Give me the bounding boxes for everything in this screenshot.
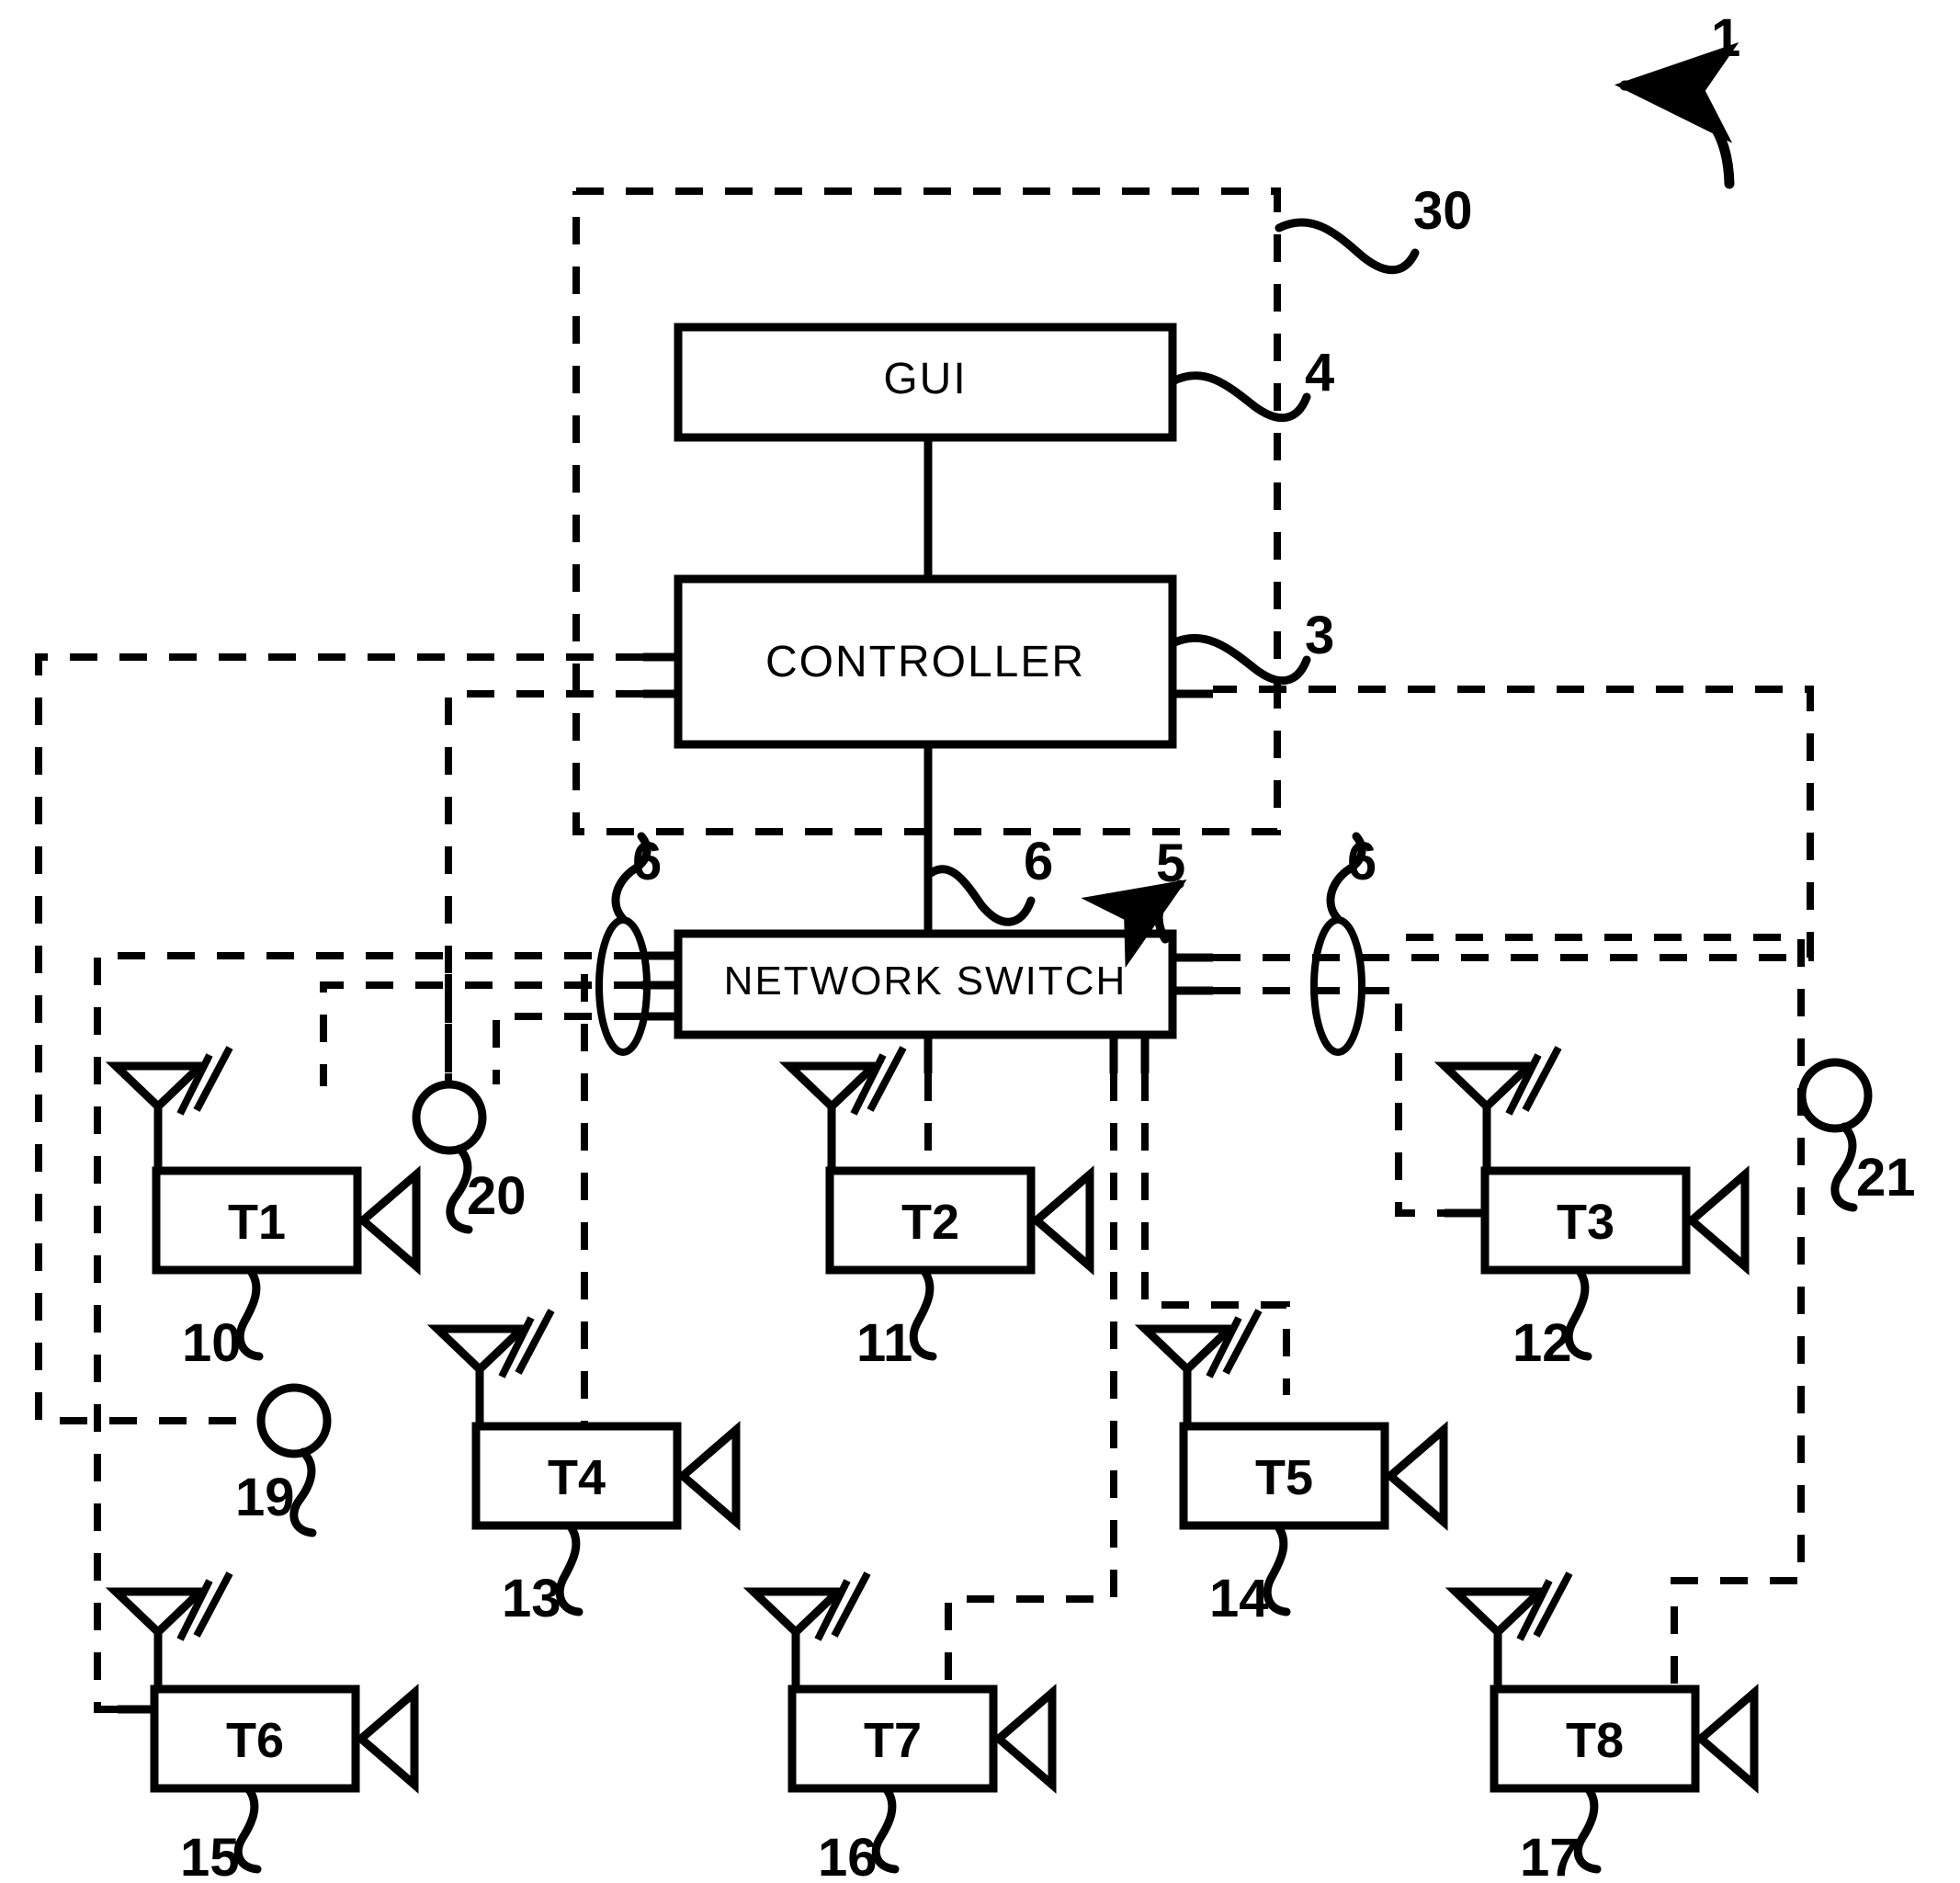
speaker-icon-t2: [1030, 1165, 1094, 1276]
cable-ref-label-left: 6: [632, 832, 663, 891]
terminal-label-t6: T6: [225, 1713, 285, 1768]
terminal-ref-t7: 16: [818, 1828, 878, 1883]
antenna-icon-t4: [426, 1309, 555, 1426]
speaker-icon-t3: [1685, 1165, 1750, 1276]
controller-label: CONTROLLER: [765, 638, 1086, 686]
terminal-label-t8: T8: [1565, 1713, 1625, 1768]
network-switch-ref-label: 5: [1156, 834, 1186, 893]
controller-ref-leader: [1168, 633, 1311, 686]
system-ref-leader: [1614, 42, 1739, 189]
terminal-ref-t1: 10: [182, 1313, 242, 1373]
speaker-icon-t4: [676, 1421, 741, 1531]
speaker-icon-t1: [357, 1165, 421, 1276]
terminal-label-t2: T2: [901, 1195, 960, 1250]
node-ref-21: 21: [1856, 1148, 1916, 1208]
antenna-icon-t3: [1433, 1046, 1562, 1171]
antenna-icon-t8: [1445, 1571, 1573, 1689]
node-ref-20: 20: [467, 1166, 527, 1226]
t7-ref-leader: [871, 1784, 900, 1874]
controller-ref-label: 3: [1305, 606, 1335, 665]
speaker-icon-t5: [1384, 1421, 1448, 1531]
t5-ref-leader: [1263, 1521, 1291, 1616]
t4-ref-leader: [555, 1521, 583, 1616]
t2-ref-leader: [909, 1265, 937, 1361]
speaker-icon-t7: [992, 1684, 1057, 1794]
cable-bundle-right-icon: [1310, 916, 1365, 1056]
patent-figure: 1 30 GUI 4 CONTROLLER 3 NETWORK SWITCH 5…: [0, 0, 1960, 1883]
speaker-icon-t6: [355, 1684, 419, 1794]
boundary-ref-label: 30: [1413, 181, 1473, 241]
terminal-ref-t2: 11: [856, 1313, 913, 1373]
gui-label: GUI: [883, 355, 968, 403]
speaker-icon-t8: [1694, 1684, 1759, 1794]
t8-ref-leader: [1573, 1784, 1602, 1874]
terminal-ref-t6: 15: [180, 1828, 240, 1883]
network-switch-label: NETWORK SWITCH: [723, 959, 1127, 1004]
antenna-icon-t5: [1134, 1309, 1263, 1426]
antenna-icon-t7: [742, 1571, 871, 1689]
cable-ref-leader-mid: [923, 865, 1036, 926]
terminal-label-t4: T4: [547, 1450, 606, 1505]
terminal-ref-t5: 14: [1209, 1569, 1269, 1628]
antenna-icon-t1: [105, 1046, 233, 1171]
cable-ref-label-right: 6: [1347, 832, 1377, 891]
gui-ref-leader: [1168, 371, 1311, 423]
gui-ref-label: 4: [1305, 343, 1335, 403]
cable-ref-label-mid: 6: [1024, 832, 1054, 891]
figure-canvas: [35, 42, 1873, 1874]
boundary-ref-leader: [1275, 218, 1420, 275]
t1-ref-leader: [235, 1265, 264, 1361]
terminal-label-t1: T1: [227, 1195, 287, 1250]
antenna-icon-t6: [105, 1571, 233, 1689]
terminal-ref-t3: 12: [1512, 1313, 1572, 1373]
terminal-label-t3: T3: [1556, 1195, 1615, 1250]
antenna-icon-t2: [778, 1046, 907, 1171]
system-ref-label: 1: [1711, 8, 1741, 68]
t6-ref-leader: [233, 1784, 262, 1874]
terminal-ref-t4: 13: [502, 1569, 561, 1628]
terminal-ref-t8: 17: [1520, 1828, 1580, 1883]
terminal-label-t5: T5: [1254, 1450, 1314, 1505]
terminal-label-t7: T7: [863, 1713, 923, 1768]
node-ref-19: 19: [235, 1468, 295, 1527]
